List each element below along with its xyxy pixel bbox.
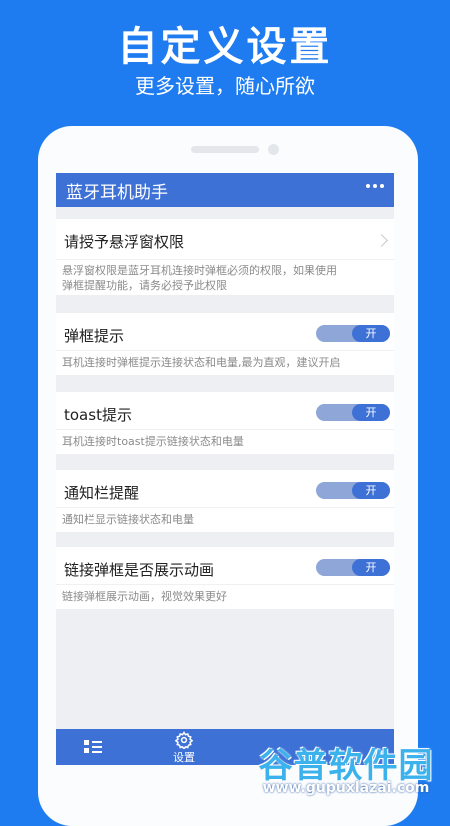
toggle-label: 开 — [352, 325, 390, 342]
divider — [56, 259, 394, 260]
nav-settings-label: 设置 — [173, 751, 195, 764]
permission-card[interactable]: 请授予悬浮窗权限 悬浮窗权限是蓝牙耳机连接时弹框必须的权限，如果使用 弹框提醒功… — [56, 219, 394, 295]
permission-desc-line-2: 弹框提醒功能，请务必授予此权限 — [62, 279, 227, 292]
divider — [56, 507, 394, 508]
watermark-url: www.gupuxlazai.com — [262, 780, 430, 796]
setting-row-popup: 弹框提示 开 耳机连接时弹框提示连接状态和电量,最为直观，建议开启 — [56, 313, 394, 375]
setting-desc: 链接弹框展示动画，视觉效果更好 — [62, 590, 227, 603]
setting-title: toast提示 — [64, 406, 132, 424]
setting-desc: 耳机连接时弹框提示连接状态和电量,最为直观，建议开启 — [62, 356, 341, 369]
setting-desc: 通知栏显示链接状态和电量 — [62, 513, 194, 526]
divider — [56, 429, 394, 430]
permission-title: 请授予悬浮窗权限 — [64, 233, 185, 251]
toggle-switch[interactable]: 开 — [316, 482, 390, 499]
toggle-switch[interactable]: 开 — [316, 325, 390, 342]
watermark: 谷普软件园 www.gupuxlazai.com — [246, 738, 446, 798]
toggle-label: 开 — [352, 559, 390, 576]
divider — [56, 584, 394, 585]
phone-camera — [268, 144, 279, 155]
toggle-switch[interactable]: 开 — [316, 404, 390, 421]
phone-speaker — [191, 146, 259, 153]
nav-settings-tab[interactable]: 设置 — [166, 731, 202, 764]
toggle-label: 开 — [352, 482, 390, 499]
permission-desc: 悬浮窗权限是蓝牙耳机连接时弹框必须的权限，如果使用 弹框提醒功能，请务必授予此权… — [62, 263, 386, 293]
chevron-right-icon — [375, 234, 388, 247]
divider — [56, 350, 394, 351]
promo-title: 自定义设置 — [117, 24, 333, 70]
toggle-switch[interactable]: 开 — [316, 559, 390, 576]
promo-subtitle: 更多设置，随心所欲 — [135, 74, 315, 98]
setting-row-animation: 链接弹框是否展示动画 开 链接弹框展示动画，视觉效果更好 — [56, 547, 394, 609]
setting-row-toast: toast提示 开 耳机连接时toast提示链接状态和电量 — [56, 392, 394, 454]
permission-desc-line-1: 悬浮窗权限是蓝牙耳机连接时弹框必须的权限，如果使用 — [62, 264, 337, 277]
toggle-label: 开 — [352, 404, 390, 421]
setting-title: 通知栏提醒 — [64, 484, 140, 502]
setting-row-notification: 通知栏提醒 开 通知栏显示链接状态和电量 — [56, 470, 394, 532]
app-bar: 蓝牙耳机助手 — [56, 173, 394, 207]
setting-title: 弹框提示 — [64, 327, 125, 345]
gear-icon — [175, 731, 193, 749]
app-title: 蓝牙耳机助手 — [66, 183, 168, 203]
setting-title: 链接弹框是否展示动画 — [64, 561, 215, 579]
setting-desc: 耳机连接时toast提示链接状态和电量 — [62, 435, 244, 448]
list-icon[interactable] — [84, 740, 102, 754]
app-screen: 蓝牙耳机助手 请授予悬浮窗权限 悬浮窗权限是蓝牙耳机连接时弹框必须的权限，如果使… — [56, 173, 394, 765]
more-dots-icon[interactable] — [366, 182, 384, 192]
